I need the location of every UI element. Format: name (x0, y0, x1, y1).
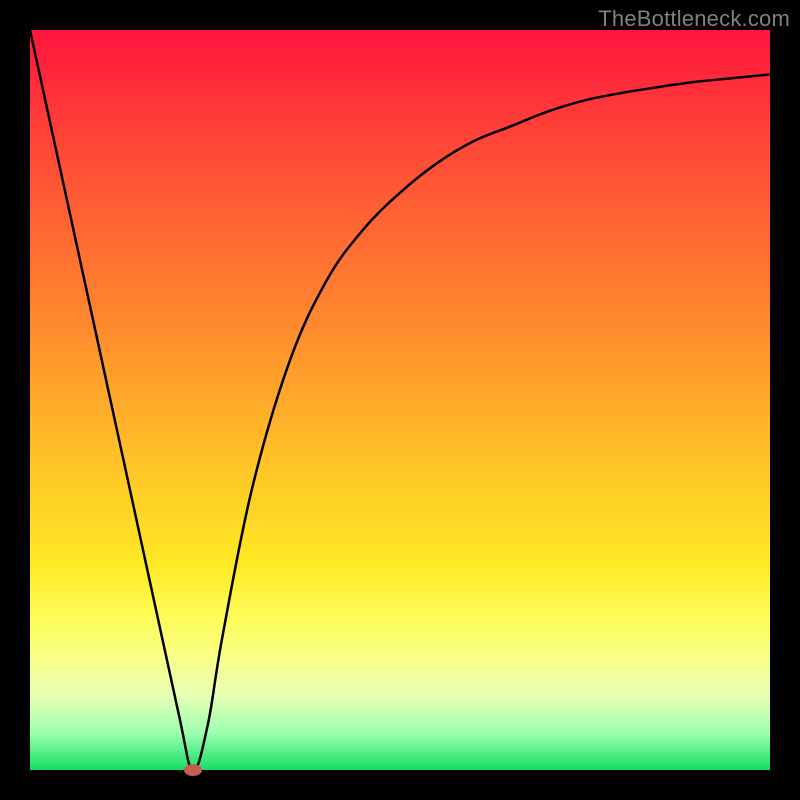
chart-frame: TheBottleneck.com (0, 0, 800, 800)
plot-area (30, 30, 770, 770)
curve-path (30, 30, 770, 770)
watermark-text: TheBottleneck.com (598, 6, 790, 32)
minimum-marker (184, 764, 202, 776)
bottleneck-curve (30, 30, 770, 770)
